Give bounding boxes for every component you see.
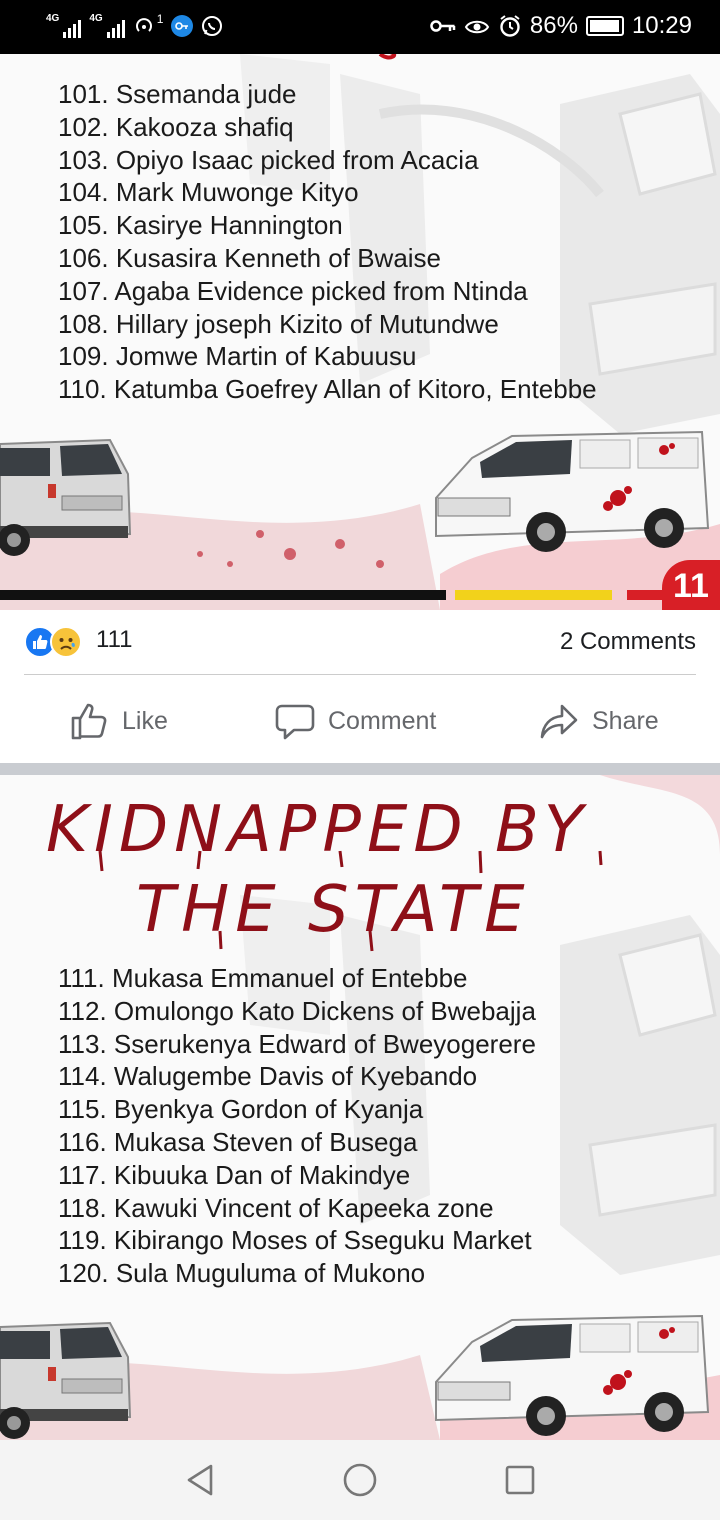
like-label: Like [122, 706, 168, 735]
list-item: 101. Ssemanda jude [58, 79, 297, 109]
back-button[interactable] [178, 1458, 222, 1502]
list-item: 102. Kakooza shafiq [58, 111, 294, 142]
page-number-badge: 11 [662, 560, 720, 610]
status-bar: 4G 4G 1 86% 10:29 [0, 0, 720, 54]
list-item: 109. Jomwe Martin of Kabuusu [58, 341, 417, 372]
list-item: 116. Mukasa Steven of Busega [58, 1126, 418, 1157]
eye-icon [464, 20, 490, 34]
list-item: 120. Sula Muguluma of Mukono [58, 1258, 426, 1289]
divider [24, 674, 696, 675]
whatsapp-icon [202, 16, 223, 36]
van-left-illustration [0, 438, 132, 556]
blood-splatter [197, 530, 384, 568]
network-type-2: 4G [89, 13, 103, 24]
hotspot-count: 1 [156, 12, 164, 26]
feed-separator [0, 763, 720, 775]
title-line-2: THE STATE [136, 873, 531, 947]
list-item: 113. Sserukenya Edward of Bweyogerere [58, 1028, 536, 1059]
share-arrow-icon [540, 704, 578, 739]
alarm-icon [500, 15, 520, 37]
list-item: 119. Kibirango Moses of Sseguku Market [58, 1225, 532, 1256]
list-item: 106. Kusasira Kenneth of Bwaise [58, 242, 442, 273]
comment-bubble-icon [275, 704, 315, 740]
signal-icon: 4G [46, 13, 82, 38]
kidnapped-title-graphic: KIDNAPPED BY THE STATE [46, 793, 603, 952]
list-item: 103. Opiyo Isaac picked from Acacia [58, 144, 479, 175]
share-label: Share [592, 706, 659, 735]
list-item: 111. Mukasa Emmanuel of Entebbe [58, 963, 468, 993]
van-right-illustration [435, 430, 710, 552]
flag-black-stripe [0, 590, 446, 600]
network-type: 4G [46, 13, 60, 24]
home-circle-icon [343, 1463, 377, 1497]
share-button[interactable]: Share [538, 690, 659, 752]
post-image-2[interactable]: KIDNAPPED BY THE STATE 111. Mukasa Emman… [0, 775, 720, 1440]
list-item: 108. Hillary joseph Kizito of Mutundwe [58, 308, 499, 339]
battery-icon [585, 16, 624, 36]
thumbs-up-icon [71, 703, 107, 740]
list-item: 105. Kasirye Hannington [58, 210, 343, 241]
reaction-icons[interactable] [24, 626, 88, 658]
list-item: 118. Kawuki Vincent of Kapeeka zone [58, 1192, 494, 1223]
recents-button[interactable] [498, 1458, 542, 1502]
back-triangle-icon [187, 1464, 213, 1496]
reaction-count[interactable]: 111 [96, 626, 132, 654]
van-left-illustration-2 [0, 1321, 132, 1439]
list-item: 114. Walugembe Davis of Kyebando [58, 1061, 478, 1092]
list-item: 104. Mark Muwonge Kityo [58, 177, 359, 208]
list-item: 115. Byenkya Gordon of Kyanja [58, 1094, 424, 1125]
names-list-101-110: 101. Ssemanda jude 102. Kakooza shafiq 1… [58, 78, 597, 406]
comment-label: Comment [328, 706, 437, 735]
reactions-bar: 111 2 Comments [24, 620, 696, 664]
android-nav-bar [0, 1440, 720, 1520]
battery-percent: 86% [529, 12, 578, 39]
flag-yellow-stripe [455, 590, 612, 600]
list-item: 112. Omulongo Kato Dickens of Bwebajja [58, 995, 536, 1026]
comments-count-link[interactable]: 2 Comments [560, 628, 696, 656]
title-line-1: KIDNAPPED BY [46, 793, 589, 867]
list-item: 117. Kibuuka Dan of Makindye [58, 1159, 411, 1190]
status-right: 86% 10:29 [430, 12, 692, 40]
uganda-flag-strip [0, 588, 720, 610]
comment-button[interactable]: Comment [274, 690, 436, 752]
home-button[interactable] [338, 1458, 382, 1502]
post-actions: Like Comment Share [0, 690, 720, 752]
van-right-illustration-2 [435, 1314, 710, 1436]
key-icon [430, 20, 456, 32]
list-item: 107. Agaba Evidence picked from Ntinda [58, 275, 528, 306]
hotspot-icon [135, 18, 152, 32]
recents-square-icon [505, 1465, 535, 1495]
vpn-key-icon [171, 15, 194, 37]
like-button[interactable]: Like [68, 690, 168, 752]
clock: 10:29 [631, 12, 692, 39]
post-image-1[interactable]: 101. Ssemanda jude 102. Kakooza shafiq 1… [0, 54, 720, 610]
status-left: 4G 4G 1 [46, 12, 223, 38]
list-item: 110. Katumba Goefrey Allan of Kitoro, En… [58, 374, 597, 405]
sad-reaction-icon [50, 626, 82, 658]
signal-icon-2: 4G [89, 13, 125, 38]
names-list-111-120: 111. Mukasa Emmanuel of Entebbe 112. Omu… [58, 962, 536, 1290]
